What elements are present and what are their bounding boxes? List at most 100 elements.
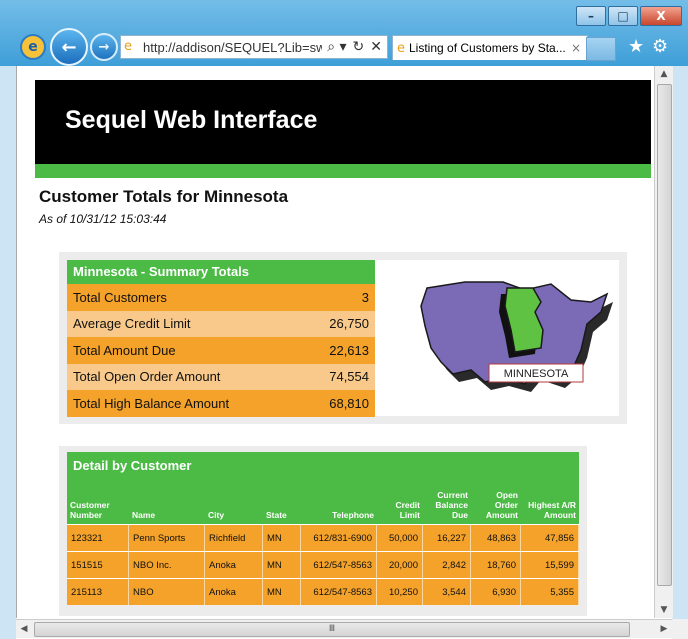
tab-close-icon[interactable]: × xyxy=(571,41,581,55)
scrollbar-corner xyxy=(672,619,688,639)
cell: MN xyxy=(263,579,301,605)
scroll-down-icon[interactable]: ▼ xyxy=(655,602,673,618)
cell: 123321 xyxy=(67,525,129,551)
page-viewport: Sequel Web Interface Customer Totals for… xyxy=(16,66,655,618)
summary-row: Average Credit Limit 26,750 xyxy=(67,310,375,337)
cell: 5,355 xyxy=(521,579,579,605)
horizontal-scroll-thumb[interactable]: Ⅲ xyxy=(34,622,630,637)
col-header: State xyxy=(266,510,287,520)
tools-gear-icon[interactable]: ⚙ xyxy=(652,36,668,57)
scroll-left-icon[interactable]: ◀ xyxy=(16,620,32,638)
page-icon: e xyxy=(124,39,132,54)
tab-active[interactable]: e Listing of Customers by Sta... × xyxy=(392,35,588,60)
col-header: Telephone xyxy=(332,510,374,520)
summary-value: 22,613 xyxy=(329,342,369,358)
col-header: City xyxy=(208,510,225,520)
timestamp: As of 10/31/12 15:03:44 xyxy=(39,212,167,226)
window-border-left xyxy=(0,66,16,639)
col-header: Customer Number xyxy=(70,500,110,520)
banner-green-stripe xyxy=(35,164,651,178)
forward-button[interactable]: → xyxy=(90,33,118,61)
summary-table: Minnesota - Summary Totals Total Custome… xyxy=(67,260,375,417)
favorites-star-icon[interactable]: ★ xyxy=(628,36,644,57)
minnesota-map-graphic: MINNESOTA xyxy=(420,281,613,392)
banner-title: Sequel Web Interface xyxy=(65,106,318,134)
cell: Penn Sports xyxy=(129,525,205,551)
cell: 15,599 xyxy=(521,552,579,578)
tab-page-icon: e xyxy=(397,40,405,56)
cell: 151515 xyxy=(67,552,129,578)
col-header: Name xyxy=(132,510,156,520)
cell: NBO Inc. xyxy=(129,552,205,578)
back-button[interactable]: ← xyxy=(50,28,88,66)
search-icon[interactable]: ⌕ ▾ xyxy=(327,39,346,55)
summary-value: 68,810 xyxy=(329,395,369,411)
summary-label: Average Credit Limit xyxy=(73,316,191,332)
tab-label: Listing of Customers by Sta... xyxy=(409,41,565,55)
scroll-right-icon[interactable]: ▶ xyxy=(656,620,672,638)
site-banner: Sequel Web Interface xyxy=(35,80,651,164)
col-header: Credit Limit xyxy=(395,500,420,520)
us-map-image: MINNESOTA xyxy=(375,260,619,416)
cell: 215113 xyxy=(67,579,129,605)
cell: 50,000 xyxy=(377,525,423,551)
summary-heading: Minnesota - Summary Totals xyxy=(67,260,375,284)
cell: 6,930 xyxy=(471,579,521,605)
table-row: 151515 NBO Inc. Anoka MN 612/547-8563 20… xyxy=(67,551,579,578)
cell: MN xyxy=(263,552,301,578)
vertical-scrollbar[interactable]: ▲ ▼ xyxy=(654,66,673,618)
cell: 20,000 xyxy=(377,552,423,578)
summary-row: Total Customers 3 xyxy=(67,284,375,311)
close-window-button[interactable]: X xyxy=(640,6,682,26)
refresh-icon[interactable]: ↻ xyxy=(353,39,365,55)
cell: 612/547-8563 xyxy=(301,552,377,578)
window-controls: – □ X xyxy=(574,6,682,26)
cell: 48,863 xyxy=(471,525,521,551)
cell: NBO xyxy=(129,579,205,605)
col-header: Highest A/R Amount xyxy=(528,500,576,520)
summary-label: Total Amount Due xyxy=(73,342,176,358)
cell: 612/831-6900 xyxy=(301,525,377,551)
cell: 16,227 xyxy=(423,525,471,551)
cell: Richfield xyxy=(205,525,263,551)
summary-row: Total High Balance Amount 68,810 xyxy=(67,390,375,417)
table-row: 123321 Penn Sports Richfield MN 612/831-… xyxy=(67,524,579,551)
address-bar[interactable]: e http://addison/SEQUEL?Lib=swi ⌕ ▾ ↻ ✕ xyxy=(120,35,388,59)
page-title: Customer Totals for Minnesota xyxy=(39,187,289,206)
cell: 10,250 xyxy=(377,579,423,605)
summary-label: Total Open Order Amount xyxy=(73,369,221,385)
cell: 2,842 xyxy=(423,552,471,578)
cell: 3,544 xyxy=(423,579,471,605)
detail-heading: Detail by Customer xyxy=(67,452,579,480)
cell: Anoka xyxy=(205,552,263,578)
scroll-up-icon[interactable]: ▲ xyxy=(655,66,673,82)
table-row: 215113 NBO Anoka MN 612/547-8563 10,250 … xyxy=(67,578,579,605)
maximize-button[interactable]: □ xyxy=(608,6,638,26)
detail-table: Detail by Customer Customer Number Name … xyxy=(67,452,579,605)
ie-logo-icon: e xyxy=(20,34,46,60)
address-input[interactable]: http://addison/SEQUEL?Lib=swi xyxy=(143,40,322,55)
summary-label: Total Customers xyxy=(73,289,167,305)
cell: Anoka xyxy=(205,579,263,605)
summary-row: Total Amount Due 22,613 xyxy=(67,337,375,364)
browser-toolbar: – □ X e ← → e http://addison/SEQUEL?Lib=… xyxy=(0,0,688,67)
horizontal-scrollbar[interactable]: ◀ Ⅲ ▶ xyxy=(16,619,672,638)
window-border-right xyxy=(672,66,688,619)
map-label: MINNESOTA xyxy=(504,368,569,380)
summary-row: Total Open Order Amount 74,554 xyxy=(67,363,375,390)
minimize-button[interactable]: – xyxy=(576,6,606,26)
summary-value: 74,554 xyxy=(329,369,369,385)
summary-value: 3 xyxy=(361,289,369,305)
col-header: Open Order Amount xyxy=(485,490,518,520)
detail-column-headers: Customer Number Name City State Telephon… xyxy=(67,480,579,524)
cell: 612/547-8563 xyxy=(301,579,377,605)
cell: MN xyxy=(263,525,301,551)
summary-label: Total High Balance Amount xyxy=(73,395,230,411)
col-header: Current Balance Due xyxy=(435,490,468,520)
vertical-scroll-thumb[interactable] xyxy=(657,84,672,586)
stop-icon[interactable]: ✕ xyxy=(370,39,382,55)
summary-value: 26,750 xyxy=(329,316,369,332)
cell: 18,760 xyxy=(471,552,521,578)
cell: 47,856 xyxy=(521,525,579,551)
new-tab-button[interactable] xyxy=(586,37,616,61)
